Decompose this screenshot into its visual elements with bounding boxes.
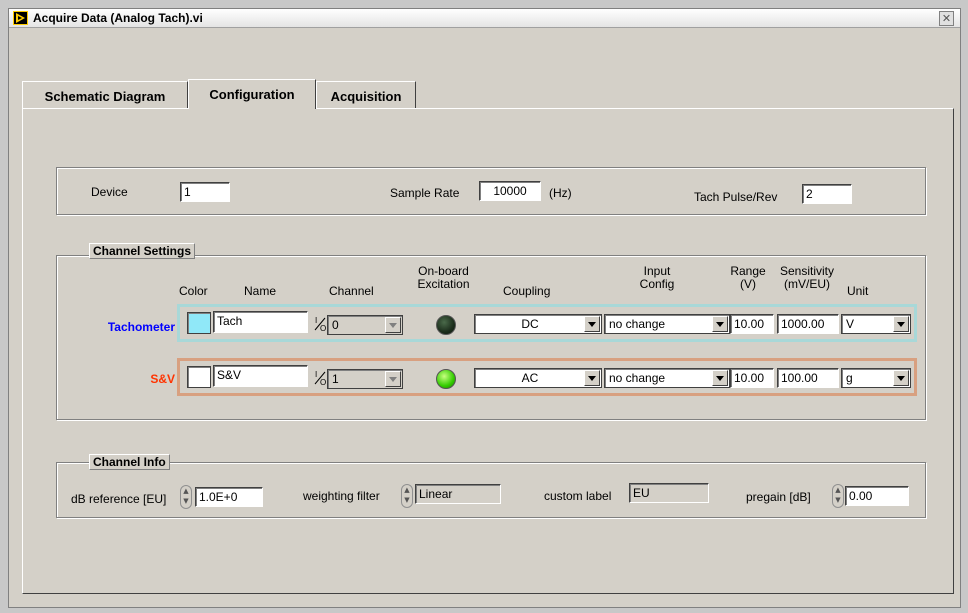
custom-label-label: custom label — [544, 489, 612, 503]
svg-text:I: I — [315, 316, 317, 325]
io-icon-svg: IO — [314, 316, 326, 333]
excitation-led[interactable] — [436, 369, 456, 389]
chevron-down-icon — [893, 316, 909, 332]
channel-name-field[interactable]: Tach — [213, 311, 308, 333]
unit-dropdown[interactable]: g — [841, 368, 911, 388]
sample-rate-field[interactable]: 10000 — [479, 181, 541, 201]
io-channel-icon: IO — [314, 314, 328, 334]
pregain-spinner-icon[interactable]: ▲ ▼ — [832, 484, 844, 508]
io-channel-icon: IO — [314, 368, 328, 388]
pregain-label: pregain [dB] — [746, 490, 811, 504]
input-config-dropdown[interactable]: no change — [604, 314, 730, 334]
header-color: Color — [179, 284, 208, 298]
weighting-filter-label: weighting filter — [303, 489, 380, 503]
weighting-filter-spinner-icon[interactable]: ▲ ▼ — [401, 484, 413, 508]
sample-rate-unit: (Hz) — [549, 186, 572, 200]
input-config-value: no change — [609, 317, 666, 331]
coupling-dropdown[interactable]: DC — [474, 314, 602, 334]
coupling-value: AC — [521, 371, 539, 385]
chevron-down-icon — [712, 370, 728, 386]
header-name: Name — [244, 284, 277, 298]
device-field[interactable]: 1 — [180, 182, 230, 202]
unit-value: V — [846, 317, 855, 331]
header-input-line2: Config — [639, 277, 675, 291]
range-field[interactable]: 10.00 — [730, 314, 774, 334]
custom-label-field[interactable]: EU — [629, 483, 709, 503]
channel-dropdown[interactable]: 0 — [327, 315, 403, 335]
db-reference-label: dB reference [EU] — [71, 492, 167, 506]
row-label-sv: S&V — [150, 372, 175, 386]
chevron-down-icon — [385, 371, 401, 387]
sensitivity-field[interactable]: 1000.00 — [777, 314, 839, 334]
chevron-down-icon — [712, 316, 728, 332]
row-label-tachometer: Tachometer — [107, 320, 175, 334]
window-title: Acquire Data (Analog Tach).vi — [33, 11, 203, 25]
tach-pulse-field[interactable]: 2 — [802, 184, 852, 204]
header-unit: Unit — [847, 284, 869, 298]
input-config-dropdown[interactable]: no change — [604, 368, 730, 388]
svg-text:I: I — [315, 370, 317, 379]
svg-text:O: O — [320, 378, 326, 387]
io-icon-svg: IO — [314, 370, 326, 387]
title-bar: Acquire Data (Analog Tach).vi ✕ — [9, 9, 960, 28]
channel-info-title: Channel Info — [89, 454, 170, 470]
color-swatch[interactable] — [187, 366, 211, 388]
tach-pulse-label: Tach Pulse/Rev — [694, 190, 778, 204]
db-reference-field[interactable]: 1.0E+0 — [195, 487, 263, 507]
header-range-line2: (V) — [740, 277, 756, 291]
coupling-value: DC — [521, 317, 539, 331]
range-field[interactable]: 10.00 — [730, 368, 774, 388]
channel-settings-title: Channel Settings — [89, 243, 196, 259]
header-excitation-line2: Excitation — [417, 277, 470, 291]
weighting-filter-field[interactable]: Linear — [415, 484, 501, 504]
svg-text:O: O — [320, 324, 326, 333]
labview-icon — [13, 11, 28, 25]
coupling-dropdown[interactable]: AC — [474, 368, 602, 388]
device-label: Device — [91, 185, 128, 199]
sample-rate-label: Sample Rate — [390, 186, 460, 200]
chevron-down-icon — [893, 370, 909, 386]
db-reference-spinner-icon[interactable]: ▲ ▼ — [180, 485, 192, 509]
tab-schematic-diagram[interactable]: Schematic Diagram — [22, 81, 188, 109]
sensitivity-field[interactable]: 100.00 — [777, 368, 839, 388]
unit-value: g — [846, 371, 853, 385]
channel-dropdown[interactable]: 1 — [327, 369, 403, 389]
header-channel: Channel — [329, 284, 374, 298]
chevron-down-icon — [584, 370, 600, 386]
unit-dropdown[interactable]: V — [841, 314, 911, 334]
vi-window: Acquire Data (Analog Tach).vi ✕ Schemati… — [8, 8, 961, 608]
channel-value: 1 — [332, 372, 339, 386]
tab-acquisition[interactable]: Acquisition — [316, 81, 416, 109]
channel-value: 0 — [332, 318, 339, 332]
input-config-value: no change — [609, 371, 666, 385]
channel-name-field[interactable]: S&V — [213, 365, 308, 387]
tab-configuration[interactable]: Configuration — [188, 79, 316, 109]
pregain-field[interactable]: 0.00 — [845, 486, 909, 506]
close-button[interactable]: ✕ — [939, 11, 954, 26]
header-sensitivity-line2: (mV/EU) — [784, 277, 830, 291]
chevron-down-icon — [385, 317, 401, 333]
color-swatch[interactable] — [187, 312, 211, 334]
header-coupling: Coupling — [503, 284, 551, 298]
excitation-led[interactable] — [436, 315, 456, 335]
chevron-down-icon — [584, 316, 600, 332]
